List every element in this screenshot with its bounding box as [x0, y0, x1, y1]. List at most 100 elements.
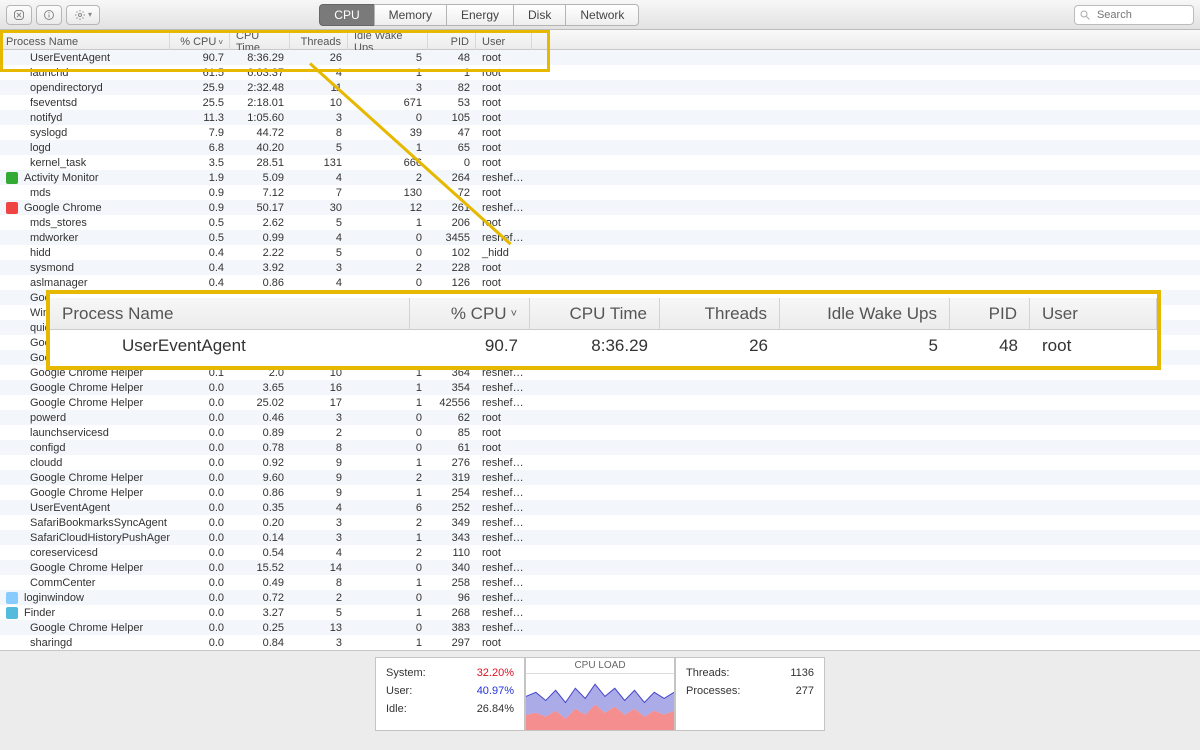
stop-process-button[interactable]: [6, 5, 32, 25]
cell-cpu: 0.0: [170, 607, 230, 619]
cell-user: root: [476, 427, 532, 439]
zoom-col-cpu[interactable]: % CPU˅: [410, 298, 530, 329]
table-row[interactable]: sharingd0.00.8431297root: [0, 635, 1200, 650]
zoom-col-time[interactable]: CPU Time: [530, 298, 660, 329]
cell-user: root: [476, 112, 532, 124]
cell-threads: 9: [290, 487, 348, 499]
system-value: 32.20%: [477, 667, 514, 679]
table-row[interactable]: SafariBookmarksSyncAgent0.00.2032349resh…: [0, 515, 1200, 530]
cell-threads: 4: [290, 67, 348, 79]
table-row[interactable]: mds_stores0.52.6251206root: [0, 215, 1200, 230]
table-row[interactable]: Google Chrome Helper0.015.52140340reshef…: [0, 560, 1200, 575]
zoom-col-wakeups[interactable]: Idle Wake Ups: [780, 298, 950, 329]
zoom-col-pid[interactable]: PID: [950, 298, 1030, 329]
zoom-col-threads[interactable]: Threads: [660, 298, 780, 329]
zoom-row[interactable]: UserEventAgent 90.7 8:36.29 26 5 48 root: [50, 330, 1157, 362]
table-row[interactable]: Google Chrome Helper0.03.65161354reshefb…: [0, 380, 1200, 395]
info-button[interactable]: [36, 5, 62, 25]
search-icon: [1079, 9, 1091, 21]
table-row[interactable]: SafariCloudHistoryPushAgent0.00.1431343r…: [0, 530, 1200, 545]
tab-cpu[interactable]: CPU: [319, 4, 374, 26]
cell-pid: 105: [428, 112, 476, 124]
process-name: configd: [30, 442, 65, 454]
cell-threads: 4: [290, 232, 348, 244]
zoom-process-name: UserEventAgent: [122, 336, 246, 355]
table-row[interactable]: cloudd0.00.9291276reshefbom: [0, 455, 1200, 470]
process-name: Activity Monitor: [24, 172, 99, 184]
table-row[interactable]: coreservicesd0.00.5442110root: [0, 545, 1200, 560]
process-name: launchd: [30, 67, 69, 79]
cell-threads: 3: [290, 532, 348, 544]
zoom-col-user[interactable]: User: [1030, 298, 1157, 329]
cell-pid: 319: [428, 472, 476, 484]
table-row[interactable]: logd6.840.205165root: [0, 140, 1200, 155]
cell-wakeups: 1: [348, 457, 428, 469]
table-row[interactable]: launchd61.56:03.37411root: [0, 65, 1200, 80]
app-icon: [6, 607, 18, 619]
table-row[interactable]: powerd0.00.463062root: [0, 410, 1200, 425]
table-row[interactable]: syslogd7.944.7283947root: [0, 125, 1200, 140]
cell-pid: 340: [428, 562, 476, 574]
table-row[interactable]: notifyd11.31:05.6030105root: [0, 110, 1200, 125]
zoom-col-process[interactable]: Process Name: [50, 298, 410, 329]
table-row[interactable]: Finder0.03.2751268reshefbom: [0, 605, 1200, 620]
table-row[interactable]: hidd0.42.2250102_hidd: [0, 245, 1200, 260]
cell-user: root: [476, 217, 532, 229]
cell-time: 0.86: [230, 487, 290, 499]
zoom-pid: 48: [950, 336, 1030, 356]
table-row[interactable]: opendirectoryd25.92:32.4811382root: [0, 80, 1200, 95]
table-row[interactable]: Google Chrome Helper0.09.6092319reshefbo…: [0, 470, 1200, 485]
cell-wakeups: 1: [348, 67, 428, 79]
table-row[interactable]: loginwindow0.00.722096reshefbom: [0, 590, 1200, 605]
cell-time: 0.49: [230, 577, 290, 589]
table-row[interactable]: CommCenter0.00.4981258reshefbom: [0, 575, 1200, 590]
table-row[interactable]: Google Chrome Helper0.00.25130383reshefb…: [0, 620, 1200, 635]
cell-wakeups: 1: [348, 577, 428, 589]
process-name: loginwindow: [24, 592, 84, 604]
cell-cpu: 1.9: [170, 172, 230, 184]
tab-energy[interactable]: Energy: [446, 4, 514, 26]
tab-memory[interactable]: Memory: [374, 4, 447, 26]
cell-user: root: [476, 412, 532, 424]
table-row[interactable]: mdworker0.50.99403455reshefbom: [0, 230, 1200, 245]
cell-pid: 354: [428, 382, 476, 394]
table-row[interactable]: UserEventAgent90.78:36.2926548root: [0, 50, 1200, 65]
cell-time: 5.09: [230, 172, 290, 184]
options-button[interactable]: ▾: [66, 5, 100, 25]
stop-icon: [13, 9, 25, 21]
zoom-wakeups: 5: [780, 336, 950, 356]
cell-cpu: 0.4: [170, 262, 230, 274]
search-input[interactable]: [1074, 5, 1194, 25]
cell-pid: 61: [428, 442, 476, 454]
table-row[interactable]: sysmond0.43.9232228root: [0, 260, 1200, 275]
graph-plot: [526, 674, 674, 730]
process-name: Google Chrome Helper: [30, 397, 143, 409]
table-row[interactable]: mds0.97.12713072root: [0, 185, 1200, 200]
table-row[interactable]: fseventsd25.52:18.011067153root: [0, 95, 1200, 110]
process-name: fseventsd: [30, 97, 77, 109]
zoom-callout: Process Name % CPU˅ CPU Time Threads Idl…: [46, 290, 1161, 370]
table-row[interactable]: aslmanager0.40.8640126root: [0, 275, 1200, 290]
table-row[interactable]: Google Chrome Helper0.025.0217142556resh…: [0, 395, 1200, 410]
table-row[interactable]: kernel_task3.528.511316660root: [0, 155, 1200, 170]
cell-wakeups: 5: [348, 52, 428, 64]
table-row[interactable]: Google Chrome0.950.173012261reshefbom: [0, 200, 1200, 215]
cell-time: 7.12: [230, 187, 290, 199]
table-row[interactable]: launchservicesd0.00.892085root: [0, 425, 1200, 440]
sort-indicator-icon: ˅: [511, 308, 517, 320]
table-row[interactable]: configd0.00.788061root: [0, 440, 1200, 455]
cell-pid: 42556: [428, 397, 476, 409]
table-row[interactable]: Activity Monitor1.95.0942264reshefbom: [0, 170, 1200, 185]
cell-cpu: 0.4: [170, 247, 230, 259]
cell-time: 0.86: [230, 277, 290, 289]
cell-cpu: 61.5: [170, 67, 230, 79]
process-name: mdworker: [30, 232, 78, 244]
cell-user: reshefbom: [476, 607, 532, 619]
cell-wakeups: 0: [348, 622, 428, 634]
cell-cpu: 25.9: [170, 82, 230, 94]
tab-disk[interactable]: Disk: [513, 4, 566, 26]
process-name: aslmanager: [30, 277, 87, 289]
table-row[interactable]: Google Chrome Helper0.00.8691254reshefbo…: [0, 485, 1200, 500]
table-row[interactable]: UserEventAgent0.00.3546252reshefbom: [0, 500, 1200, 515]
tab-network[interactable]: Network: [565, 4, 639, 26]
